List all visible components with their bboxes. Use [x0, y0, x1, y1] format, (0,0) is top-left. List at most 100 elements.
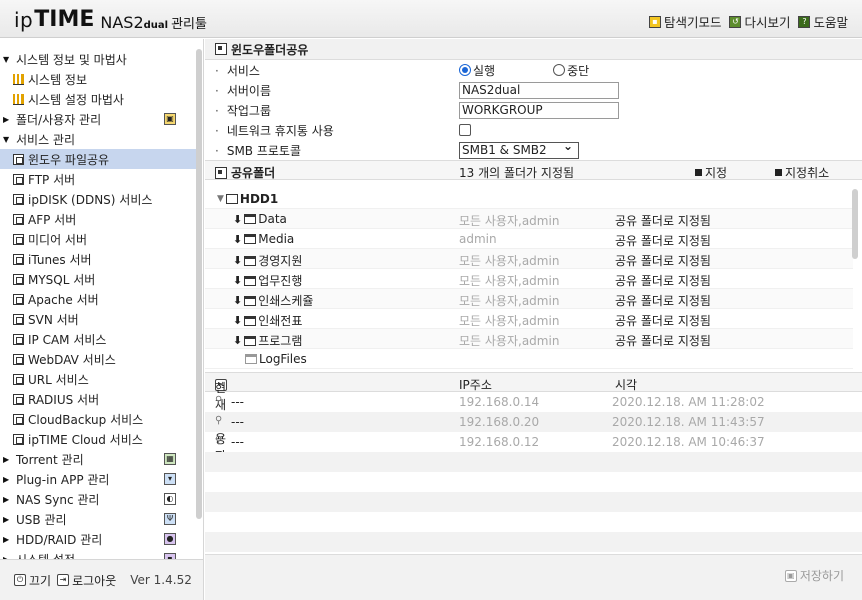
logout-button[interactable]: ⇥ 로그아웃 — [57, 572, 116, 589]
folder-row[interactable]: ⬇ 업무진행 모든 사용자,admin 공유 폴더로 지정됨 — [205, 269, 853, 289]
folder-share-icon — [215, 166, 227, 179]
user-time: 2020.12.18. AM 10:46:37 — [612, 435, 765, 449]
sidebar-item-afp[interactable]: AFP 서버 — [0, 209, 196, 229]
sidebar-menu: ▼ 시스템 정보 및 마법사 시스템 정보 시스템 설정 마법사 ▶ 폴더/사용자 … — [0, 49, 196, 559]
sidebar-item-webdav[interactable]: WebDAV 서비스 — [0, 349, 196, 369]
sidebar-item-itunes[interactable]: iTunes 서버 — [0, 249, 196, 269]
expanded-triangle-icon: ▼ — [3, 54, 10, 64]
folders-scrollbar[interactable] — [852, 189, 858, 259]
user-row[interactable]: ⚲ --- 192.168.0.14 2020.12.18. AM 11:28:… — [205, 392, 862, 412]
sidebar-item-ipdisk[interactable]: ipDISK (DDNS) 서비스 — [0, 189, 196, 209]
sidebar-group-usb[interactable]: ▶ USB 관리 Ψ — [0, 509, 196, 529]
main-panel: 윈도우폴더공유 서비스 실행 중단 서버이름 NAS2dual 작업그룹 WOR… — [205, 39, 862, 600]
sidebar-item-label: AFP 서버 — [28, 212, 77, 227]
sidebar-item-media[interactable]: 미디어 서버 — [0, 229, 196, 249]
sidebar-group-nas-sync[interactable]: ▶ NAS Sync 관리 ◐ — [0, 489, 196, 509]
folder-row[interactable]: ⬇ 인쇄전표 모든 사용자,admin 공유 폴더로 지정됨 — [205, 309, 853, 329]
sidebar-item-svn[interactable]: SVN 서버 — [0, 309, 196, 329]
download-icon: ⬇ — [233, 294, 243, 307]
sidebar-item-apache[interactable]: Apache 서버 — [0, 289, 196, 309]
sidebar-group-plugin[interactable]: ▶ Plug-in APP 관리 ▾ — [0, 469, 196, 489]
power-off-button[interactable]: ⏻ 끄기 — [14, 572, 51, 589]
top-links: ▪ 탐색기모드 ↺ 다시보기 ? 도움말 — [648, 12, 848, 31]
sidebar-group-hdd-raid[interactable]: ▶ HDD/RAID 관리 ● — [0, 529, 196, 549]
disk-row[interactable]: ▼ HDD1 — [205, 189, 853, 209]
sidebar-group-folder-user[interactable]: ▶ 폴더/사용자 관리 ▣ — [0, 109, 196, 129]
assign-button[interactable]: 지정 — [695, 164, 727, 181]
sidebar-item-ipcam[interactable]: IP CAM 서비스 — [0, 329, 196, 349]
service-run-label: 실행 — [473, 63, 496, 78]
download-icon: ⬇ — [233, 274, 243, 287]
folder-row[interactable]: LogFiles — [205, 349, 853, 369]
sidebar-item-setup-wizard[interactable]: 시스템 설정 마법사 — [0, 89, 196, 109]
folder-icon — [244, 275, 257, 286]
smb-row: SMB 프로토콜 SMB1 & SMB2 — [205, 139, 862, 160]
folder-row[interactable]: ⬇ 인쇄스케쥴 모든 사용자,admin 공유 폴더로 지정됨 — [205, 289, 853, 309]
sidebar-item-label: USB 관리 — [16, 512, 67, 527]
explorer-mode-link[interactable]: ▪ 탐색기모드 — [648, 12, 721, 31]
logo-manager: 관리툴 — [171, 17, 207, 32]
help-label: 도움말 — [813, 15, 848, 30]
plug-icon: ⚲ — [215, 435, 223, 446]
service-stop-radio[interactable] — [553, 64, 566, 76]
sidebar-item-windows-share[interactable]: 윈도우 파일공유 — [0, 149, 196, 169]
sidebar-item-label: 폴더/사용자 관리 — [16, 112, 102, 127]
user-ip: 192.168.0.14 — [459, 395, 540, 409]
sidebar-item-system-info[interactable]: 시스템 정보 — [0, 69, 196, 89]
shared-folders-title: 공유폴더 — [215, 164, 275, 181]
server-name-input[interactable]: NAS2dual — [459, 81, 619, 99]
folder-status: 공유 폴더로 지정됨 — [615, 254, 711, 268]
download-icon: ⬇ — [233, 212, 243, 226]
sidebar-item-mysql[interactable]: MYSQL 서버 — [0, 269, 196, 289]
help-link[interactable]: ? 도움말 — [798, 12, 848, 31]
sidebar-group-torrent[interactable]: ▶ Torrent 관리 ▦ — [0, 449, 196, 469]
sidebar-group-system-settings[interactable]: ▶시스템 설정▪ — [0, 549, 196, 559]
window-icon — [13, 173, 24, 185]
recycle-checkbox[interactable] — [459, 124, 471, 136]
folder-name: ⬇ 프로그램 — [233, 332, 302, 349]
folder-row[interactable]: ⬇ 경영지원 모든 사용자,admin 공유 폴더로 지정됨 — [205, 249, 853, 269]
sidebar-group-service[interactable]: ▼ 서비스 관리 — [0, 129, 196, 149]
user-row[interactable]: ⚲ --- 192.168.0.12 2020.12.18. AM 10:46:… — [205, 432, 862, 452]
collapsed-triangle-icon: ▶ — [3, 114, 10, 124]
sidebar-group-system-info[interactable]: ▼ 시스템 정보 및 마법사 — [0, 49, 196, 69]
download-icon: ⬇ — [233, 254, 243, 267]
sidebar-scrollbar[interactable] — [196, 49, 202, 519]
sidebar-item-radius[interactable]: RADIUS 서버 — [0, 389, 196, 409]
folder-name: ⬇ 인쇄전표 — [233, 312, 302, 329]
sidebar-item-label: 시스템 설정 — [16, 551, 75, 560]
logo-time: TIME — [34, 7, 95, 32]
save-button[interactable]: ▣ 저장하기 — [784, 567, 844, 584]
sidebar-item-iptime-cloud[interactable]: ipTIME Cloud 서비스 — [0, 429, 196, 449]
power-icon: ⏻ — [14, 574, 26, 586]
folder-name: ⬇ 업무진행 — [233, 272, 302, 289]
sidebar-item-label: 시스템 정보 및 마법사 — [16, 52, 127, 67]
smb-protocol-select[interactable]: SMB1 & SMB2 — [459, 139, 579, 159]
sidebar-item-label: iTunes 서버 — [28, 252, 92, 267]
service-run-radio[interactable] — [459, 64, 471, 76]
user-name: --- — [231, 415, 244, 429]
server-name-label: 서버이름 — [215, 82, 271, 99]
sidebar-item-label: 윈도우 파일공유 — [28, 152, 110, 167]
folder-row[interactable]: ⬇ 프로그램 모든 사용자,admin 공유 폴더로 지정됨 — [205, 329, 853, 349]
unassign-button[interactable]: 지정취소 — [775, 164, 829, 181]
user-row[interactable]: ⚲ --- 192.168.0.20 2020.12.18. AM 11:43:… — [205, 412, 862, 432]
collapsed-triangle-icon: ▶ — [3, 494, 10, 504]
window-icon — [13, 193, 24, 205]
version-text: Ver 1.4.52 — [130, 573, 192, 587]
sidebar-item-ftp[interactable]: FTP 서버 — [0, 169, 196, 189]
logo-model: NAS2dual — [100, 13, 168, 32]
folder-icon — [244, 315, 257, 326]
folder-row[interactable]: ⬇ Media admin 공유 폴더로 지정됨 — [205, 229, 853, 249]
sidebar-footer: ⏻ 끄기 ⇥ 로그아웃 Ver 1.4.52 — [0, 559, 203, 600]
folder-row[interactable]: ⬇ Data 모든 사용자,admin 공유 폴더로 지정됨 — [205, 209, 853, 229]
unassign-label: 지정취소 — [785, 166, 830, 180]
save-label: 저장하기 — [799, 569, 844, 583]
sidebar-item-url[interactable]: URL 서비스 — [0, 369, 196, 389]
page-title-text: 윈도우폴더공유 — [231, 42, 309, 57]
folder-label: 인쇄스케쥴 — [258, 294, 314, 308]
refresh-link[interactable]: ↺ 다시보기 — [729, 12, 790, 31]
workgroup-input[interactable]: WORKGROUP — [459, 101, 619, 119]
sidebar-item-cloudbackup[interactable]: CloudBackup 서비스 — [0, 409, 196, 429]
window-icon — [13, 393, 24, 405]
